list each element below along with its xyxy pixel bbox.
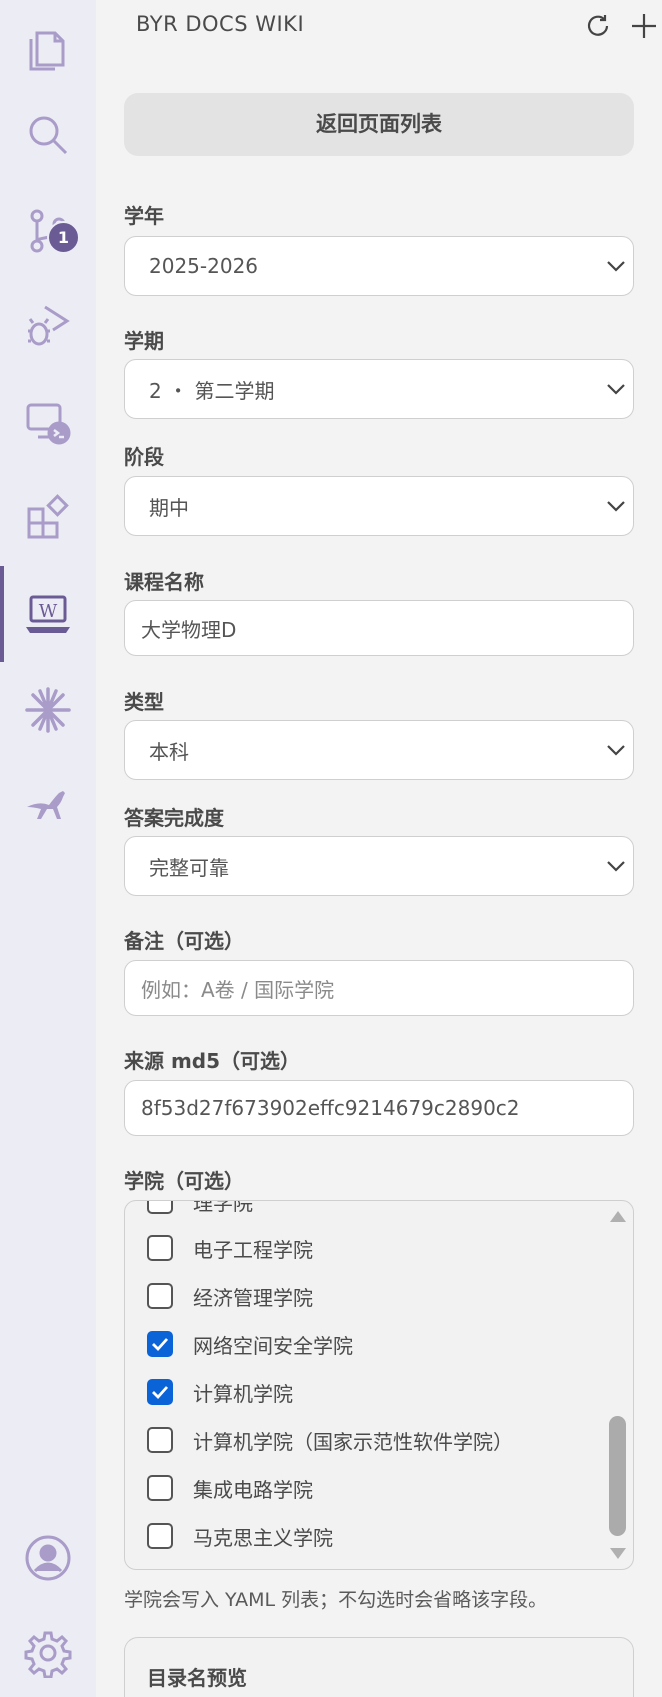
run-debug-icon — [28, 305, 70, 346]
checkmark-icon — [152, 1338, 169, 1352]
remote-explorer-button[interactable] — [0, 374, 96, 470]
college-hint: 学院会写入 YAML 列表；不勾选时会省略该字段。 — [124, 1589, 548, 1611]
checkbox[interactable] — [147, 1427, 173, 1453]
kangaroo-button[interactable] — [0, 758, 96, 854]
directory-preview: 目录名预览 — [124, 1637, 634, 1697]
stage-select[interactable]: 期中 — [124, 476, 634, 536]
college-item[interactable]: 马克思主义学院 — [147, 1516, 333, 1556]
wiki-button[interactable]: W — [0, 566, 96, 662]
college-item[interactable]: 网络空间安全学院 — [147, 1324, 353, 1364]
back-to-page-list-button[interactable]: 返回页面列表 — [124, 93, 634, 156]
settings-button[interactable] — [0, 1605, 96, 1697]
type-label: 类型 — [124, 690, 164, 714]
checkbox[interactable] — [147, 1283, 173, 1309]
college-item[interactable]: 计算机学院 — [147, 1372, 293, 1412]
college-item[interactable]: 理学院 — [147, 1200, 253, 1221]
remark-placeholder: 例如：A卷 / 国际学院 — [141, 977, 335, 1002]
completeness-value: 完整可靠 — [149, 855, 229, 880]
scroll-down-arrow-icon[interactable] — [609, 1547, 627, 1561]
type-value: 本科 — [149, 739, 189, 764]
extensions-icon — [27, 494, 69, 539]
course-name-input[interactable]: 大学物理D — [124, 600, 634, 656]
refresh-icon — [587, 15, 609, 36]
completeness-select[interactable]: 完整可靠 — [124, 836, 634, 896]
course-value: 大学物理D — [141, 617, 237, 642]
settings-gear-icon — [24, 1631, 72, 1678]
kangaroo-icon — [27, 791, 65, 819]
college-item-label: 经济管理学院 — [193, 1285, 313, 1310]
semester-label: 学期 — [124, 329, 164, 353]
college-item-label: 马克思主义学院 — [193, 1525, 333, 1550]
completeness-label: 答案完成度 — [124, 806, 224, 830]
course-label: 课程名称 — [124, 570, 204, 594]
extensions-button[interactable] — [0, 470, 96, 566]
checkbox[interactable] — [147, 1235, 173, 1261]
md5-input[interactable]: 8f53d27f673902effc9214679c2890c2 — [124, 1080, 634, 1136]
plus-icon — [632, 14, 656, 38]
sparkle-button[interactable] — [0, 662, 96, 758]
college-label: 学院（可选） — [124, 1169, 244, 1193]
chevron-down-icon — [607, 501, 625, 512]
college-item-label: 计算机学院（国家示范性软件学院） — [193, 1429, 513, 1454]
checkmark-icon — [152, 1386, 169, 1400]
chevron-down-icon — [607, 861, 625, 872]
explorer-icon — [29, 31, 65, 71]
run-debug-button[interactable] — [0, 278, 96, 374]
account-button[interactable] — [0, 1510, 96, 1606]
explorer-button[interactable] — [0, 0, 96, 96]
scrollbar-thumb[interactable] — [609, 1416, 626, 1536]
panel-title: BYR DOCS WIKI — [136, 12, 305, 36]
chevron-down-icon — [607, 745, 625, 756]
college-item[interactable]: 电子工程学院 — [147, 1228, 313, 1268]
remote-explorer-icon — [26, 403, 71, 445]
year-label: 学年 — [124, 204, 164, 228]
semester-select[interactable]: 2 ・ 第二学期 — [124, 359, 634, 419]
year-value: 2025-2026 — [149, 254, 259, 278]
add-button[interactable] — [626, 8, 662, 44]
college-item-label: 网络空间安全学院 — [193, 1333, 353, 1358]
md5-value: 8f53d27f673902effc9214679c2890c2 — [141, 1096, 520, 1120]
search-button[interactable] — [0, 87, 96, 183]
college-item[interactable]: 集成电路学院 — [147, 1468, 313, 1508]
preview-title: 目录名预览 — [147, 1666, 247, 1690]
source-control-button[interactable]: 1 — [0, 183, 96, 279]
type-select[interactable]: 本科 — [124, 720, 634, 780]
remark-input[interactable]: 例如：A卷 / 国际学院 — [124, 960, 634, 1016]
wiki-panel: BYR DOCS WIKI 返回页面列表 学年 2025-2026 学期 2 ・… — [96, 0, 662, 1697]
college-item-label: 理学院 — [193, 1200, 253, 1215]
college-list[interactable]: 理学院 电子工程学院 经济管理学院 网络空间安全学院 计算机学院 计算机学院（国… — [124, 1200, 634, 1570]
college-item-label: 电子工程学院 — [193, 1237, 313, 1262]
semester-value: 2 ・ 第二学期 — [149, 378, 275, 403]
checkbox-checked[interactable] — [147, 1331, 173, 1357]
checkbox[interactable] — [147, 1201, 173, 1214]
sparkle-icon — [25, 687, 71, 733]
activity-bar: 1 W — [0, 0, 96, 1697]
checkbox[interactable] — [147, 1475, 173, 1501]
year-select[interactable]: 2025-2026 — [124, 236, 634, 296]
refresh-button[interactable] — [580, 8, 616, 44]
stage-label: 阶段 — [124, 445, 164, 469]
college-item[interactable]: 计算机学院（国家示范性软件学院） — [147, 1420, 513, 1460]
chevron-down-icon — [607, 261, 625, 272]
chevron-down-icon — [607, 384, 625, 395]
account-icon — [25, 1535, 71, 1581]
college-item-label: 计算机学院 — [193, 1381, 293, 1406]
remark-label: 备注（可选） — [124, 929, 244, 953]
college-item[interactable]: 经济管理学院 — [147, 1276, 313, 1316]
checkbox-checked[interactable] — [147, 1379, 173, 1405]
college-item-label: 集成电路学院 — [193, 1477, 313, 1502]
scroll-up-arrow-icon[interactable] — [609, 1209, 627, 1223]
wiki-laptop-icon: W — [26, 595, 70, 633]
source-control-badge: 1 — [47, 221, 80, 254]
svg-text:W: W — [39, 601, 58, 622]
search-icon — [29, 116, 68, 155]
stage-value: 期中 — [149, 495, 189, 520]
checkbox[interactable] — [147, 1523, 173, 1549]
md5-label: 来源 md5（可选） — [124, 1049, 301, 1073]
